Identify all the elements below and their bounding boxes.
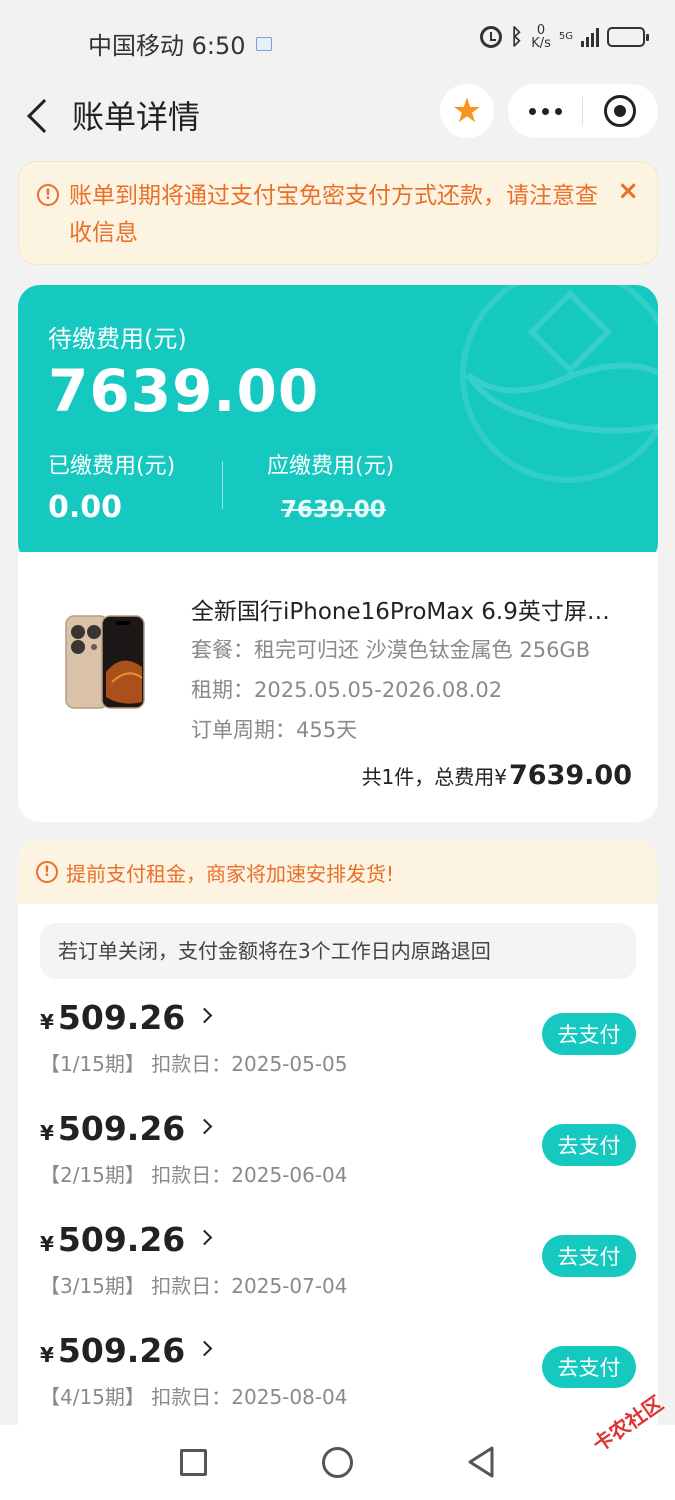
currency-symbol: ¥ [40, 1343, 54, 1367]
chevron-right-icon [196, 1118, 213, 1135]
miniapp-capsule [508, 84, 658, 138]
alert-icon: ! [37, 184, 59, 206]
pay-button[interactable]: 去支付 [542, 1013, 636, 1055]
installment-amount-row[interactable]: ¥ 509.26 [40, 1109, 213, 1148]
battery-icon [607, 27, 649, 47]
product-plan: 套餐：租完可归还 沙漠色钛金属色 256GB [191, 638, 591, 662]
installment-amount: 509.26 [57, 1109, 186, 1148]
product-total-prefix: 共1件，总费用¥ [361, 765, 508, 789]
wallet-decoration-icon [460, 285, 658, 483]
notice-banner: ! 账单到期将通过支付宝免密支付方式还款，请注意查收信息 × [18, 161, 658, 265]
installment-meta: 【3/15期】 扣款日：2025-07-04 [40, 1274, 348, 1298]
installment-amount: 509.26 [57, 1331, 186, 1370]
currency-symbol: ¥ [40, 1232, 54, 1256]
back-triangle-icon[interactable] [466, 1445, 496, 1479]
installment-meta: 【1/15期】 扣款日：2025-05-05 [40, 1052, 348, 1076]
target-icon [604, 95, 636, 127]
paid-label: 已缴费用(元) [48, 454, 176, 479]
chevron-right-icon [196, 1229, 213, 1246]
nav-bar: 账单详情 ★ [0, 84, 675, 144]
signal-icon [581, 27, 599, 47]
alarm-icon [479, 26, 502, 48]
installment-amount: 509.26 [57, 998, 186, 1037]
product-card[interactable]: 全新国行iPhone16ProMax 6.9英寸屏… 套餐：租完可归还 沙漠色钛… [18, 552, 658, 822]
due-amount: 7639.00 [48, 357, 320, 425]
phone-product-image [65, 615, 145, 709]
carrier-time: 中国移动 6:50 [88, 32, 246, 60]
summary-divider [222, 461, 223, 509]
notice-text: 账单到期将通过支付宝免密支付方式还款，请注意查收信息 [69, 183, 598, 246]
star-icon: ★ [451, 91, 483, 131]
payable-amount: 7639.00 [281, 497, 386, 523]
home-circle-icon[interactable] [322, 1447, 353, 1478]
installment-meta: 【2/15期】 扣款日：2025-06-04 [40, 1163, 348, 1187]
product-term: 租期：2025.05.05-2026.08.02 [191, 678, 503, 702]
favorite-button[interactable]: ★ [440, 84, 494, 138]
pay-button[interactable]: 去支付 [542, 1235, 636, 1277]
installment-item[interactable]: ¥ 509.26 【2/15期】 扣款日：2025-06-04 去支付 [18, 1109, 658, 1219]
installment-meta: 【4/15期】 扣款日：2025-08-04 [40, 1385, 348, 1409]
paid-amount: 0.00 [48, 490, 123, 525]
tip-text: 提前支付租金，商家将加速安排发货! [66, 861, 395, 886]
payable-label: 应缴费用(元) [267, 454, 395, 479]
installment-item[interactable]: ¥ 509.26 【4/15期】 扣款日：2025-08-04 去支付 [18, 1331, 658, 1440]
installment-amount-row[interactable]: ¥ 509.26 [40, 1331, 213, 1370]
status-left: 中国移动 6:50 [88, 26, 272, 61]
status-bar: 中国移动 6:50 ᛒ 0 K/s 5G [0, 0, 675, 84]
due-label: 待缴费用(元) [48, 325, 187, 353]
more-icon[interactable] [508, 107, 582, 115]
back-icon[interactable] [27, 99, 61, 133]
installment-amount-row[interactable]: ¥ 509.26 [40, 998, 213, 1037]
network-speed: 0 K/s [531, 23, 551, 51]
product-total: 共1件，总费用¥ 7639.00 [362, 760, 632, 791]
sim-card-icon [255, 36, 272, 51]
network-type: 5G [558, 31, 573, 42]
chevron-right-icon [196, 1007, 213, 1024]
refund-note: 若订单关闭，支付金额将在3个工作日内原路退回 [40, 923, 636, 979]
pay-button[interactable]: 去支付 [542, 1346, 636, 1388]
tip-bar: ! 提前支付租金，商家将加速安排发货! [18, 840, 658, 904]
bluetooth-icon: ᛒ [509, 24, 524, 50]
bill-summary-card: 待缴费用(元) 7639.00 已缴费用(元) 0.00 应缴费用(元) 763… [18, 285, 658, 565]
page-title: 账单详情 [72, 98, 201, 136]
recents-square-icon[interactable] [180, 1449, 207, 1476]
alert-icon: ! [36, 861, 58, 883]
currency-symbol: ¥ [40, 1010, 54, 1034]
product-name: 全新国行iPhone16ProMax 6.9英寸屏… [191, 599, 610, 625]
currency-symbol: ¥ [40, 1121, 54, 1145]
installment-plan-card: ! 提前支付租金，商家将加速安排发货! 若订单关闭，支付金额将在3个工作日内原路… [18, 840, 658, 1440]
close-miniapp-button[interactable] [583, 95, 657, 127]
pay-button[interactable]: 去支付 [542, 1124, 636, 1166]
status-right: ᛒ 0 K/s 5G [479, 23, 649, 51]
product-cycle: 订单周期：455天 [191, 718, 358, 742]
chevron-right-icon [196, 1340, 213, 1357]
installment-amount: 509.26 [57, 1220, 186, 1259]
close-icon[interactable]: × [617, 176, 639, 206]
product-total-amount: 7639.00 [509, 760, 632, 791]
installment-amount-row[interactable]: ¥ 509.26 [40, 1220, 213, 1259]
system-nav-bar [0, 1425, 675, 1500]
installment-item[interactable]: ¥ 509.26 【3/15期】 扣款日：2025-07-04 去支付 [18, 1220, 658, 1330]
installment-item[interactable]: ¥ 509.26 【1/15期】 扣款日：2025-05-05 去支付 [18, 998, 658, 1108]
